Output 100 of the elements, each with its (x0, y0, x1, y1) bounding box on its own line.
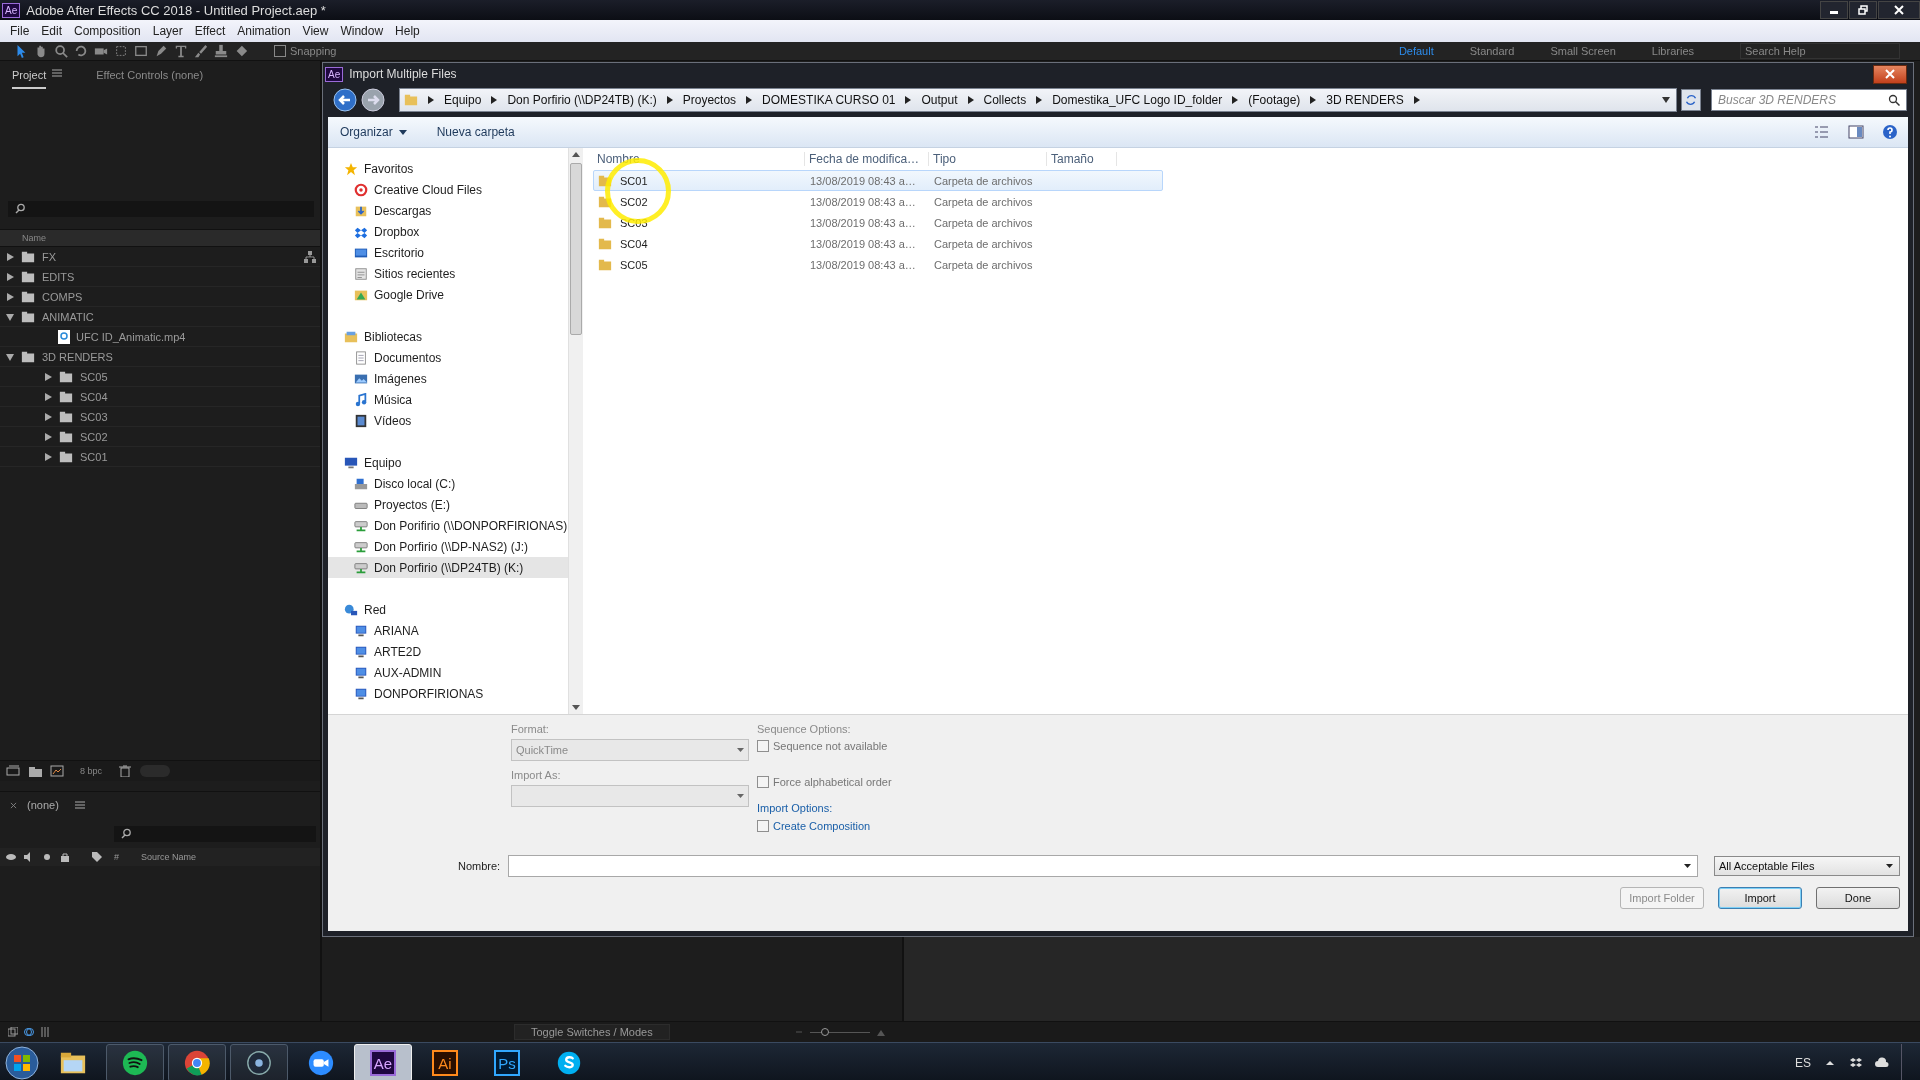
nav-group-label[interactable]: Red (364, 602, 386, 617)
project-item[interactable]: SC01 (80, 450, 108, 463)
command-button[interactable]: Nueva carpeta (436, 125, 515, 139)
collapsed-arrow-icon[interactable] (44, 372, 52, 381)
nav-item[interactable]: Descargas (328, 200, 568, 221)
start-button[interactable] (4, 1045, 40, 1080)
menu-icon[interactable] (74, 801, 85, 809)
nav-item[interactable]: Disco local (C:) (328, 473, 568, 494)
breadcrumb-item[interactable]: Proyectos (682, 93, 737, 107)
restore-button[interactable] (1849, 1, 1877, 19)
breadcrumb-item[interactable]: DOMESTIKA CURSO 01 (762, 93, 896, 107)
file-row[interactable]: SC04 13/08/2019 08:43 a… Carpeta de archivos (593, 233, 1163, 254)
nav-item[interactable]: Don Porfirio (\\DP24TB) (K:) (328, 557, 568, 578)
dialog-button[interactable]: Done (1816, 887, 1900, 909)
project-item[interactable]: EDITS (42, 270, 75, 283)
column-header[interactable]: Nombre (593, 152, 805, 166)
project-item[interactable]: SC05 (80, 370, 108, 383)
slider-thumb[interactable] (820, 1028, 829, 1036)
rotate-tool-icon[interactable] (74, 44, 88, 58)
collapsed-arrow-icon[interactable] (44, 452, 52, 461)
menu-item[interactable]: Composition (68, 24, 147, 38)
dropdown-arrow-icon[interactable] (1886, 864, 1893, 868)
lock-icon[interactable] (60, 852, 70, 862)
nav-item[interactable]: Proyectos (E:) (328, 494, 568, 515)
taskbar-app[interactable]: Ps (478, 1044, 536, 1080)
taskbar-app[interactable] (230, 1044, 288, 1080)
menu-item[interactable]: Animation (231, 24, 297, 38)
nav-item[interactable]: Música (328, 389, 568, 410)
menu-item[interactable]: Window (334, 24, 390, 38)
flowchart-icon[interactable] (304, 250, 316, 263)
chevron-icon[interactable] (746, 96, 753, 104)
view-options-icon[interactable] (1814, 124, 1830, 140)
menu-item[interactable]: View (296, 24, 335, 38)
breadcrumb-item[interactable]: Equipo (444, 93, 482, 107)
expanded-arrow-icon[interactable] (6, 312, 14, 321)
dropdown-arrow-icon[interactable] (1684, 864, 1691, 868)
filename-field[interactable] (508, 855, 1698, 877)
panel-tab[interactable]: Project (12, 69, 47, 89)
name-column-header[interactable]: Name (0, 229, 320, 247)
dropbox-icon[interactable] (1849, 1056, 1863, 1070)
chevron-icon[interactable] (905, 96, 912, 104)
chevron-icon[interactable] (491, 96, 498, 104)
layers-icon[interactable] (8, 1027, 18, 1037)
project-item[interactable]: UFC ID_Animatic.mp4 (76, 330, 186, 343)
taskbar-app[interactable] (168, 1044, 226, 1080)
chevron-icon[interactable] (1036, 96, 1043, 104)
nav-item[interactable]: ARIANA (328, 620, 568, 641)
refresh-button[interactable] (1681, 89, 1701, 111)
language-indicator[interactable]: ES (1795, 1056, 1811, 1070)
forward-button[interactable] (361, 88, 385, 112)
project-item[interactable]: FX (42, 250, 57, 263)
chevron-icon[interactable] (1413, 96, 1420, 104)
type-tool-icon[interactable] (174, 44, 188, 58)
scroll-up-icon[interactable] (572, 152, 580, 157)
search-icon[interactable] (1888, 94, 1900, 106)
file-row[interactable]: SC01 13/08/2019 08:43 a… Carpeta de archivos (593, 170, 1163, 191)
workspace-tab[interactable]: Standard (1469, 45, 1515, 57)
nav-item[interactable]: DONPORFIRIONAS (328, 683, 568, 704)
new-folder-icon[interactable] (28, 765, 42, 777)
snapping-checkbox[interactable] (274, 45, 286, 57)
taskbar-app[interactable]: Ae (354, 1044, 412, 1080)
nav-item[interactable]: Don Porfirio (\\DP-NAS2) (J:) (328, 536, 568, 557)
expanded-arrow-icon[interactable] (6, 352, 14, 361)
file-row[interactable]: SC05 13/08/2019 08:43 a… Carpeta de archivos (593, 254, 1163, 275)
new-composition-icon[interactable] (50, 765, 64, 777)
command-button[interactable]: Organizar (340, 125, 407, 139)
chevron-icon[interactable] (967, 96, 974, 104)
search-help-field[interactable]: Search Help (1740, 43, 1900, 59)
taskbar-app[interactable]: Ai (416, 1044, 474, 1080)
restore-icon[interactable] (1858, 5, 1868, 15)
nav-group[interactable]: Equipo (328, 452, 568, 473)
breadcrumb-item[interactable]: (Footage) (1248, 93, 1301, 107)
file-type-dropdown[interactable]: All Acceptable Files (1714, 856, 1900, 876)
breadcrumb-item[interactable]: Output (921, 93, 958, 107)
close-button[interactable] (1878, 1, 1920, 19)
nav-item[interactable]: Google Drive (328, 284, 568, 305)
minimize-button[interactable] (1820, 1, 1848, 19)
cloud-icon[interactable] (1875, 1056, 1889, 1070)
dropdown-arrow-icon[interactable] (398, 129, 407, 135)
menu-item[interactable]: Effect (188, 24, 232, 38)
timeline-search-field[interactable] (114, 826, 316, 842)
chevron-icon[interactable] (1232, 96, 1239, 104)
chevron-icon[interactable] (1310, 96, 1317, 104)
chevron-icon[interactable] (666, 96, 673, 104)
nav-item[interactable]: AUX-ADMIN (328, 662, 568, 683)
menu-item[interactable]: Layer (146, 24, 189, 38)
nav-group[interactable]: Favoritos (328, 158, 568, 179)
menu-item[interactable]: Edit (35, 24, 69, 38)
taskbar-app[interactable] (106, 1044, 164, 1080)
breadcrumb-item[interactable]: Don Porfirio (\\DP24TB) (K:) (507, 93, 657, 107)
scroll-down-icon[interactable] (572, 705, 580, 710)
project-item[interactable]: SC03 (80, 410, 108, 423)
workspace-tab[interactable]: Default (1398, 45, 1434, 57)
scroll-thumb[interactable] (570, 163, 582, 335)
collapsed-arrow-icon[interactable] (6, 252, 14, 261)
project-item[interactable]: 3D RENDERS (42, 350, 113, 363)
nav-group-label[interactable]: Favoritos (364, 161, 414, 176)
address-bar[interactable]: Equipo Don Porfirio (\\DP24TB) (K:) Proyectos DOMESTIKA CURSO 01 Output Collects Domestika_UFC Logo ID_folder (Footage) 3D RENDERS (399, 88, 1677, 112)
nav-item[interactable]: Imágenes (328, 368, 568, 389)
chevron-icon[interactable] (428, 96, 434, 104)
